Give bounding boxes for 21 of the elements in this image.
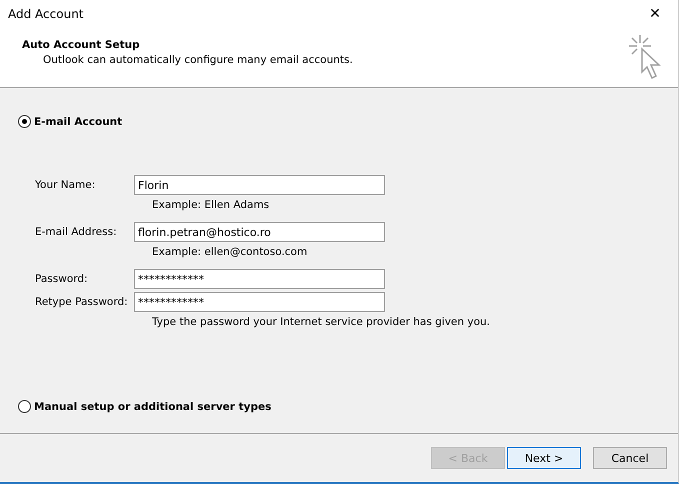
sparkle-cursor-icon — [628, 34, 664, 82]
input-field[interactable]: ************ — [134, 292, 385, 312]
input-field[interactable]: florin.petran@hostico.ro — [134, 222, 385, 242]
section-title: Auto Account Setup — [22, 39, 141, 51]
radio-option[interactable]: Manual setup or additional server types — [18, 400, 678, 413]
window-title: Add Account — [8, 7, 84, 21]
hint-text: Type the password your Internet service provider has given you. — [152, 315, 491, 329]
field-label: Retype Password: — [35, 296, 129, 308]
section-subtitle: Outlook can automatically configure many email accounts. — [43, 54, 353, 66]
hint-text: Example: ellen@contoso.com — [152, 245, 308, 259]
radio-option[interactable]: E-mail Account — [18, 115, 678, 128]
input-field[interactable]: Florin — [134, 175, 385, 195]
field-label: Your Name: — [35, 179, 96, 191]
dialog-button[interactable]: Cancel — [593, 447, 667, 469]
field-label: Password: — [35, 273, 89, 285]
radio-button[interactable] — [18, 115, 31, 128]
dialog-button[interactable]: Next > — [507, 447, 581, 469]
radio-button[interactable] — [18, 400, 31, 413]
input-field[interactable]: ************ — [134, 269, 385, 289]
hint-text: Example: Ellen Adams — [152, 198, 270, 212]
field-label: E-mail Address: — [35, 226, 118, 238]
